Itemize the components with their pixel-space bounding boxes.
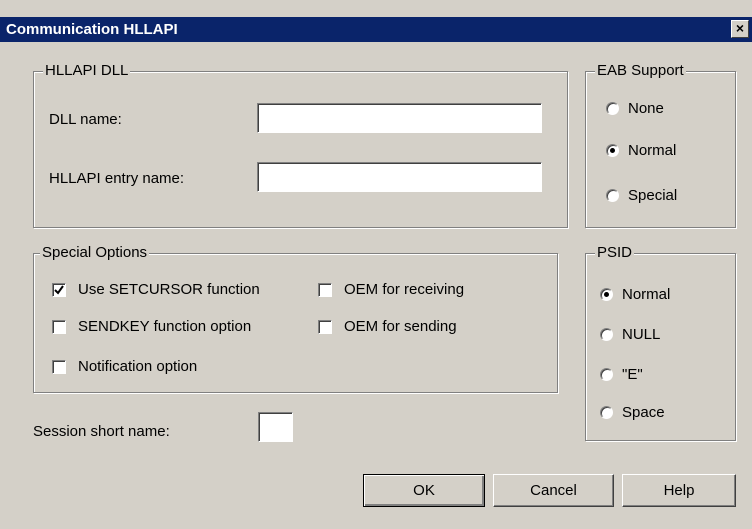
radio-icon — [600, 368, 613, 381]
radio-icon — [606, 189, 619, 202]
eab-radio-normal[interactable]: Normal — [606, 142, 676, 159]
hllapi-entry-name-label: HLLAPI entry name: — [49, 170, 185, 187]
dll-name-label: DLL name: — [49, 111, 122, 128]
close-button[interactable]: × — [731, 20, 749, 38]
checkbox-checked-icon — [52, 282, 66, 297]
psid-radio-null-label: NULL — [622, 326, 661, 343]
psid-radio-e-label: "E" — [622, 366, 643, 383]
psid-radio-normal[interactable]: Normal — [600, 286, 670, 303]
hllapi-entry-name-input[interactable] — [257, 162, 542, 192]
checkbox-icon — [52, 359, 66, 374]
ok-button[interactable]: OK — [363, 474, 485, 507]
oem-sending-checkbox[interactable]: OEM for sending — [318, 318, 457, 335]
oem-sending-label: OEM for sending — [344, 318, 457, 335]
special-options-legend: Special Options — [40, 244, 150, 261]
radio-selected-icon — [600, 288, 613, 301]
checkbox-icon — [52, 319, 66, 334]
hllapi-dll-legend: HLLAPI DLL — [43, 62, 131, 79]
title-bar[interactable]: Communication HLLAPI × — [0, 17, 752, 42]
eab-radio-special[interactable]: Special — [606, 187, 677, 204]
notification-option-label: Notification option — [78, 358, 198, 375]
psid-radio-space[interactable]: Space — [600, 404, 665, 421]
use-setcursor-checkbox[interactable]: Use SETCURSOR function — [52, 281, 260, 298]
psid-legend: PSID — [595, 244, 635, 261]
sendkey-function-label: SENDKEY function option — [78, 318, 252, 335]
eab-radio-none[interactable]: None — [606, 100, 664, 117]
help-button[interactable]: Help — [622, 474, 736, 507]
radio-selected-icon — [606, 144, 619, 157]
checkbox-icon — [318, 282, 332, 297]
cancel-button[interactable]: Cancel — [493, 474, 614, 507]
use-setcursor-label: Use SETCURSOR function — [78, 281, 260, 298]
eab-support-legend: EAB Support — [595, 62, 686, 79]
dll-name-input[interactable] — [257, 103, 542, 133]
radio-icon — [606, 102, 619, 115]
radio-icon — [600, 406, 613, 419]
oem-receiving-checkbox[interactable]: OEM for receiving — [318, 281, 464, 298]
oem-receiving-label: OEM for receiving — [344, 281, 465, 298]
psid-radio-space-label: Space — [622, 404, 665, 421]
notification-option-checkbox[interactable]: Notification option — [52, 358, 197, 375]
dialog-window: Communication HLLAPI × HLLAPI DLL DLL na… — [0, 0, 752, 529]
psid-radio-normal-label: Normal — [622, 286, 671, 303]
session-short-name-input[interactable] — [258, 412, 293, 442]
session-short-name-label: Session short name: — [33, 423, 170, 440]
dialog-title: Communication HLLAPI — [6, 21, 178, 38]
eab-radio-none-label: None — [628, 100, 664, 117]
psid-radio-null[interactable]: NULL — [600, 326, 660, 343]
eab-radio-normal-label: Normal — [628, 142, 677, 159]
eab-radio-special-label: Special — [628, 187, 678, 204]
radio-icon — [600, 328, 613, 341]
psid-radio-e[interactable]: "E" — [600, 366, 643, 383]
checkbox-icon — [318, 319, 332, 334]
close-icon: × — [735, 20, 745, 36]
sendkey-function-checkbox[interactable]: SENDKEY function option — [52, 318, 251, 335]
hllapi-dll-group: HLLAPI DLL — [33, 62, 568, 228]
